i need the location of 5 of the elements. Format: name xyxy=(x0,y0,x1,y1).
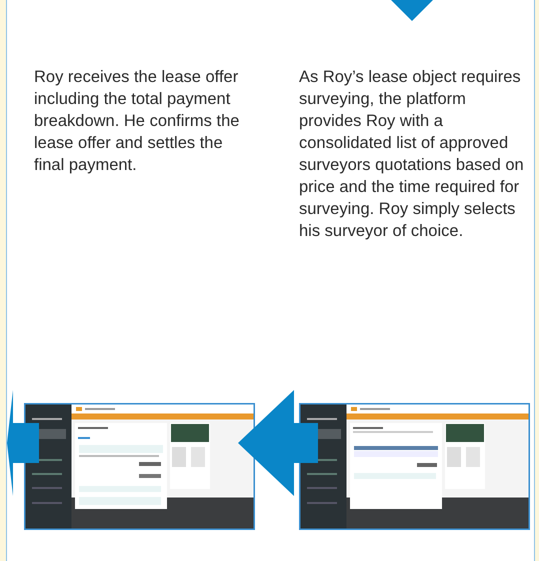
left-arrow-icon xyxy=(238,390,318,496)
step-description: As Roy’s lease object requires surveying, the platform provides Roy with a consolidated list of approved surveyors quotations based on price and the time required for surveying. Roy simply selects his surveyor of choice. xyxy=(299,67,525,242)
step-description: Roy receives the lease offer including the total payment breakdown. He confirms the lease offer and settles the final payment. xyxy=(33,67,240,176)
down-arrow-icon xyxy=(391,0,433,21)
left-arrow-icon xyxy=(7,390,39,496)
